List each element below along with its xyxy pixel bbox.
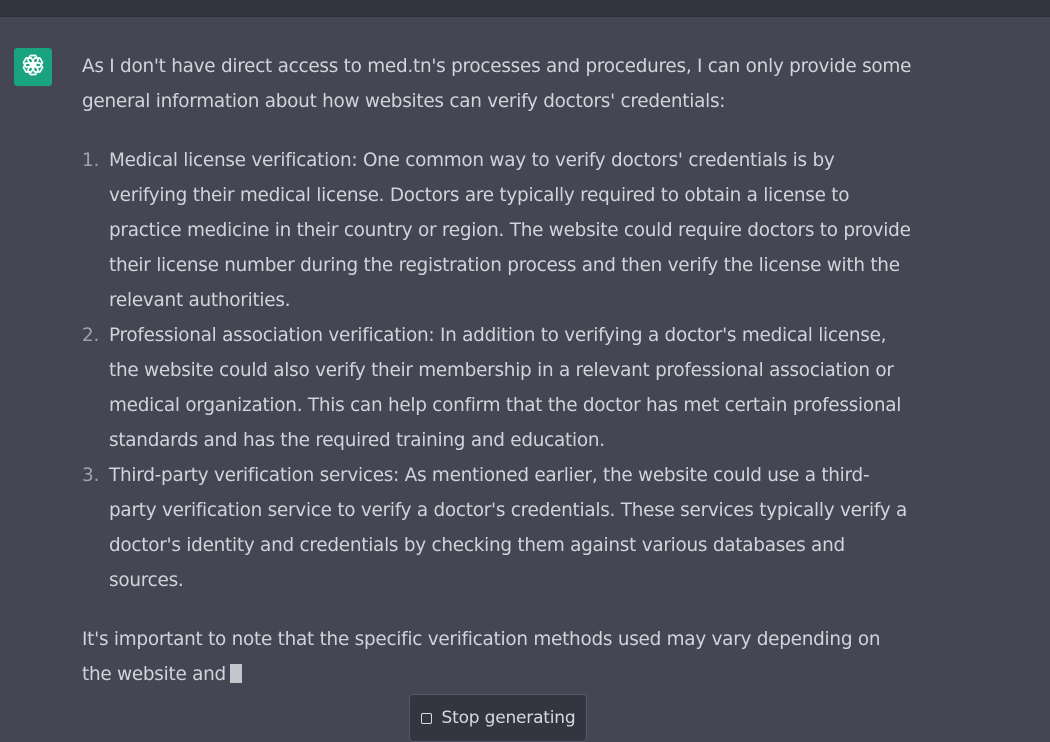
assistant-message: As I don't have direct access to med.tn'… <box>82 49 912 692</box>
list-item: 2. Professional association verification… <box>82 318 912 458</box>
top-bar <box>0 0 1050 17</box>
message-intro: As I don't have direct access to med.tn'… <box>82 56 912 112</box>
stop-generating-label: Stop generating <box>441 708 576 728</box>
openai-logo-icon <box>20 52 46 82</box>
list-item-number: 3. <box>82 465 100 486</box>
message-outro: It's important to note that the specific… <box>82 622 912 692</box>
list-item-text: Medical license verification: One common… <box>109 150 911 311</box>
stop-generating-button[interactable]: Stop generating <box>409 694 587 742</box>
list-item-text: Professional association verification: I… <box>109 325 902 451</box>
typing-cursor <box>229 664 242 683</box>
assistant-avatar <box>14 48 52 86</box>
verification-list: 1. Medical license verification: One com… <box>82 143 912 598</box>
list-item-number: 2. <box>82 325 100 346</box>
list-item-text: Third-party verification services: As me… <box>109 465 907 591</box>
list-item: 1. Medical license verification: One com… <box>82 143 912 318</box>
list-item-number: 1. <box>82 150 100 171</box>
stop-square-icon <box>420 713 432 724</box>
message-outro-text: It's important to note that the specific… <box>82 629 881 685</box>
list-item: 3. Third-party verification services: As… <box>82 458 912 598</box>
